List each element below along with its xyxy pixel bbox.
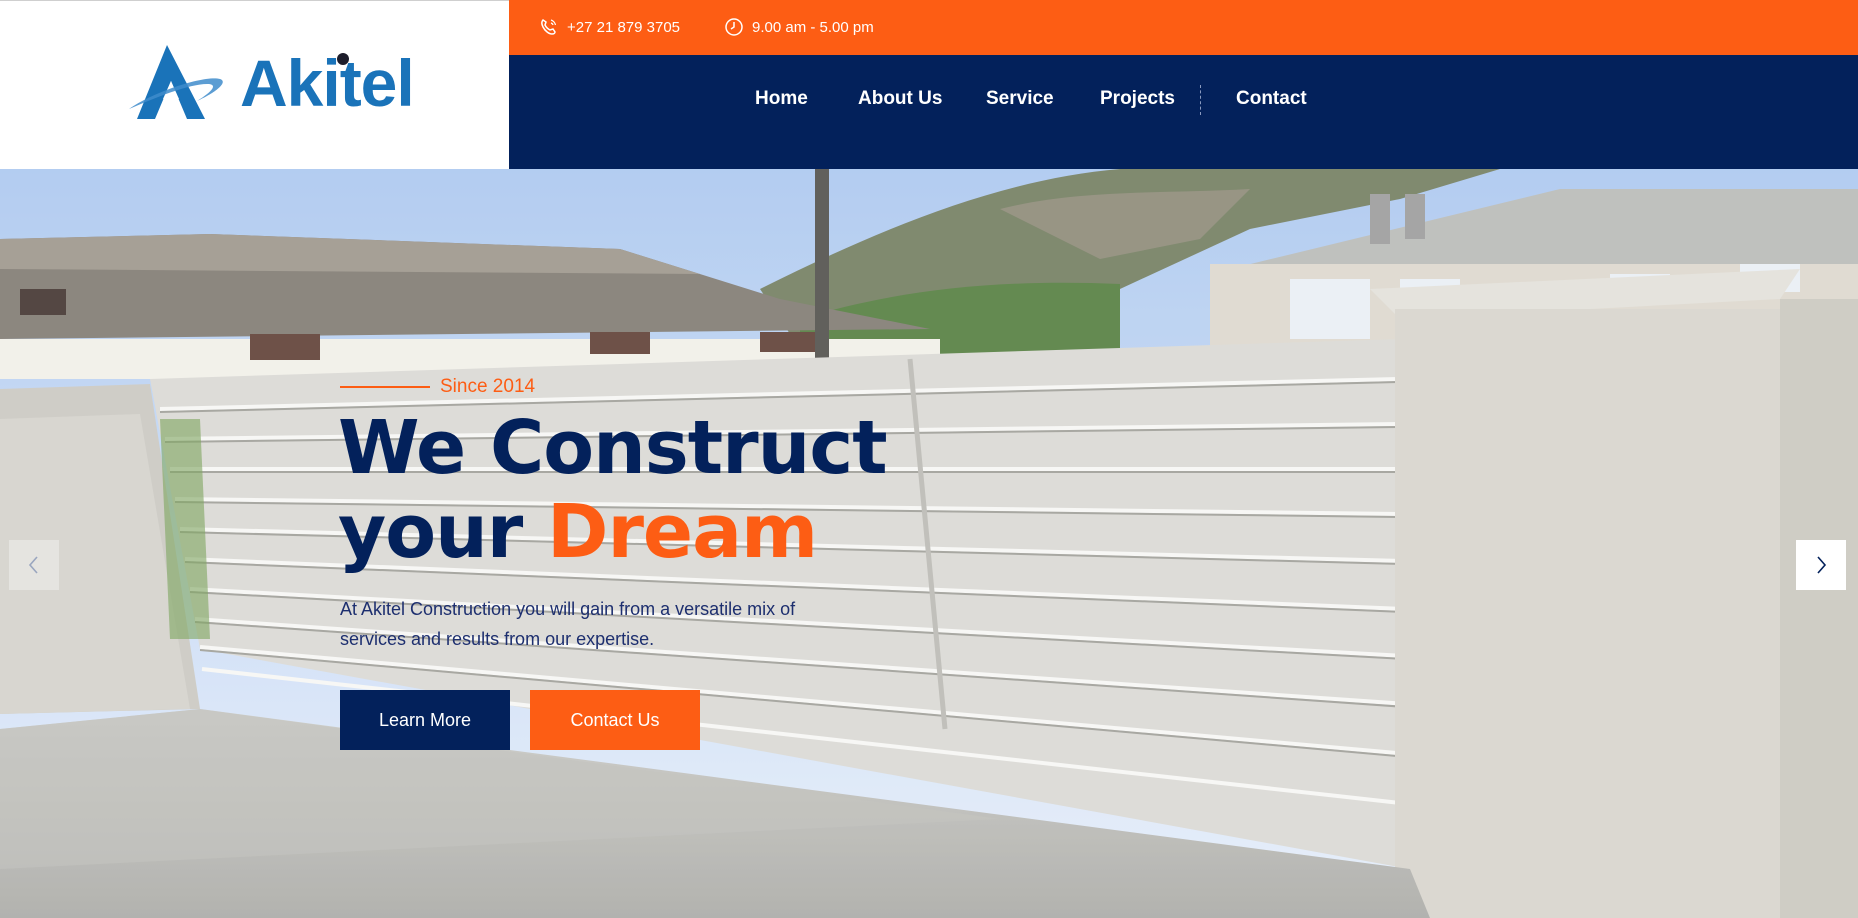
- main-nav: Home About Us Service Projects Contact: [509, 55, 1858, 169]
- hero-slider: Since 2014 We Construct your Dream At Ak…: [0, 169, 1858, 918]
- page: Akitel +27 21 879 3705 9.00 am - 5.00 pm: [0, 0, 1858, 918]
- nav-service[interactable]: Service: [986, 88, 1054, 110]
- nav-divider: [1200, 85, 1201, 115]
- since-line: [340, 386, 430, 388]
- nav-home[interactable]: Home: [755, 88, 808, 110]
- hero-headline: We Construct your Dream: [338, 405, 888, 574]
- logo[interactable]: Akitel: [125, 41, 425, 126]
- site-header: Akitel +27 21 879 3705 9.00 am - 5.00 pm: [0, 0, 1858, 169]
- logo-mark-icon: [129, 45, 223, 119]
- phone-icon: [541, 19, 557, 35]
- business-hours: 9.00 am - 5.00 pm: [752, 18, 874, 36]
- nav-projects[interactable]: Projects: [1100, 88, 1175, 110]
- contact-us-button[interactable]: Contact Us: [530, 690, 700, 750]
- phone-info[interactable]: +27 21 879 3705: [539, 17, 680, 37]
- chevron-right-icon: [1817, 556, 1827, 574]
- headline-line-2: your Dream: [338, 490, 887, 574]
- headline-prefix: your: [338, 489, 548, 575]
- slider-next-button[interactable]: [1796, 540, 1846, 590]
- headline-accent: Dream: [547, 489, 818, 575]
- nav-about-us[interactable]: About Us: [858, 88, 942, 110]
- logo-area: Akitel: [0, 0, 509, 169]
- learn-more-button[interactable]: Learn More: [340, 690, 510, 750]
- chevron-left-icon: [28, 556, 38, 574]
- phone-number: +27 21 879 3705: [567, 18, 681, 36]
- since-text: Since 2014: [440, 376, 536, 397]
- hero-background-image: [0, 169, 1858, 918]
- hero-description: At Akitel Construction you will gain fro…: [340, 599, 796, 649]
- clock-icon: [725, 18, 743, 36]
- top-info-bar: +27 21 879 3705 9.00 am - 5.00 pm: [509, 0, 1858, 55]
- nav-contact[interactable]: Contact: [1236, 88, 1307, 110]
- hours-info: 9.00 am - 5.00 pm: [724, 17, 874, 37]
- hero-since: Since 2014: [340, 376, 535, 398]
- logo-dot: [337, 53, 349, 65]
- slider-prev-button[interactable]: [9, 540, 59, 590]
- headline-line-1: We Construct: [338, 405, 888, 491]
- logo-wordmark: Akitel: [240, 46, 415, 120]
